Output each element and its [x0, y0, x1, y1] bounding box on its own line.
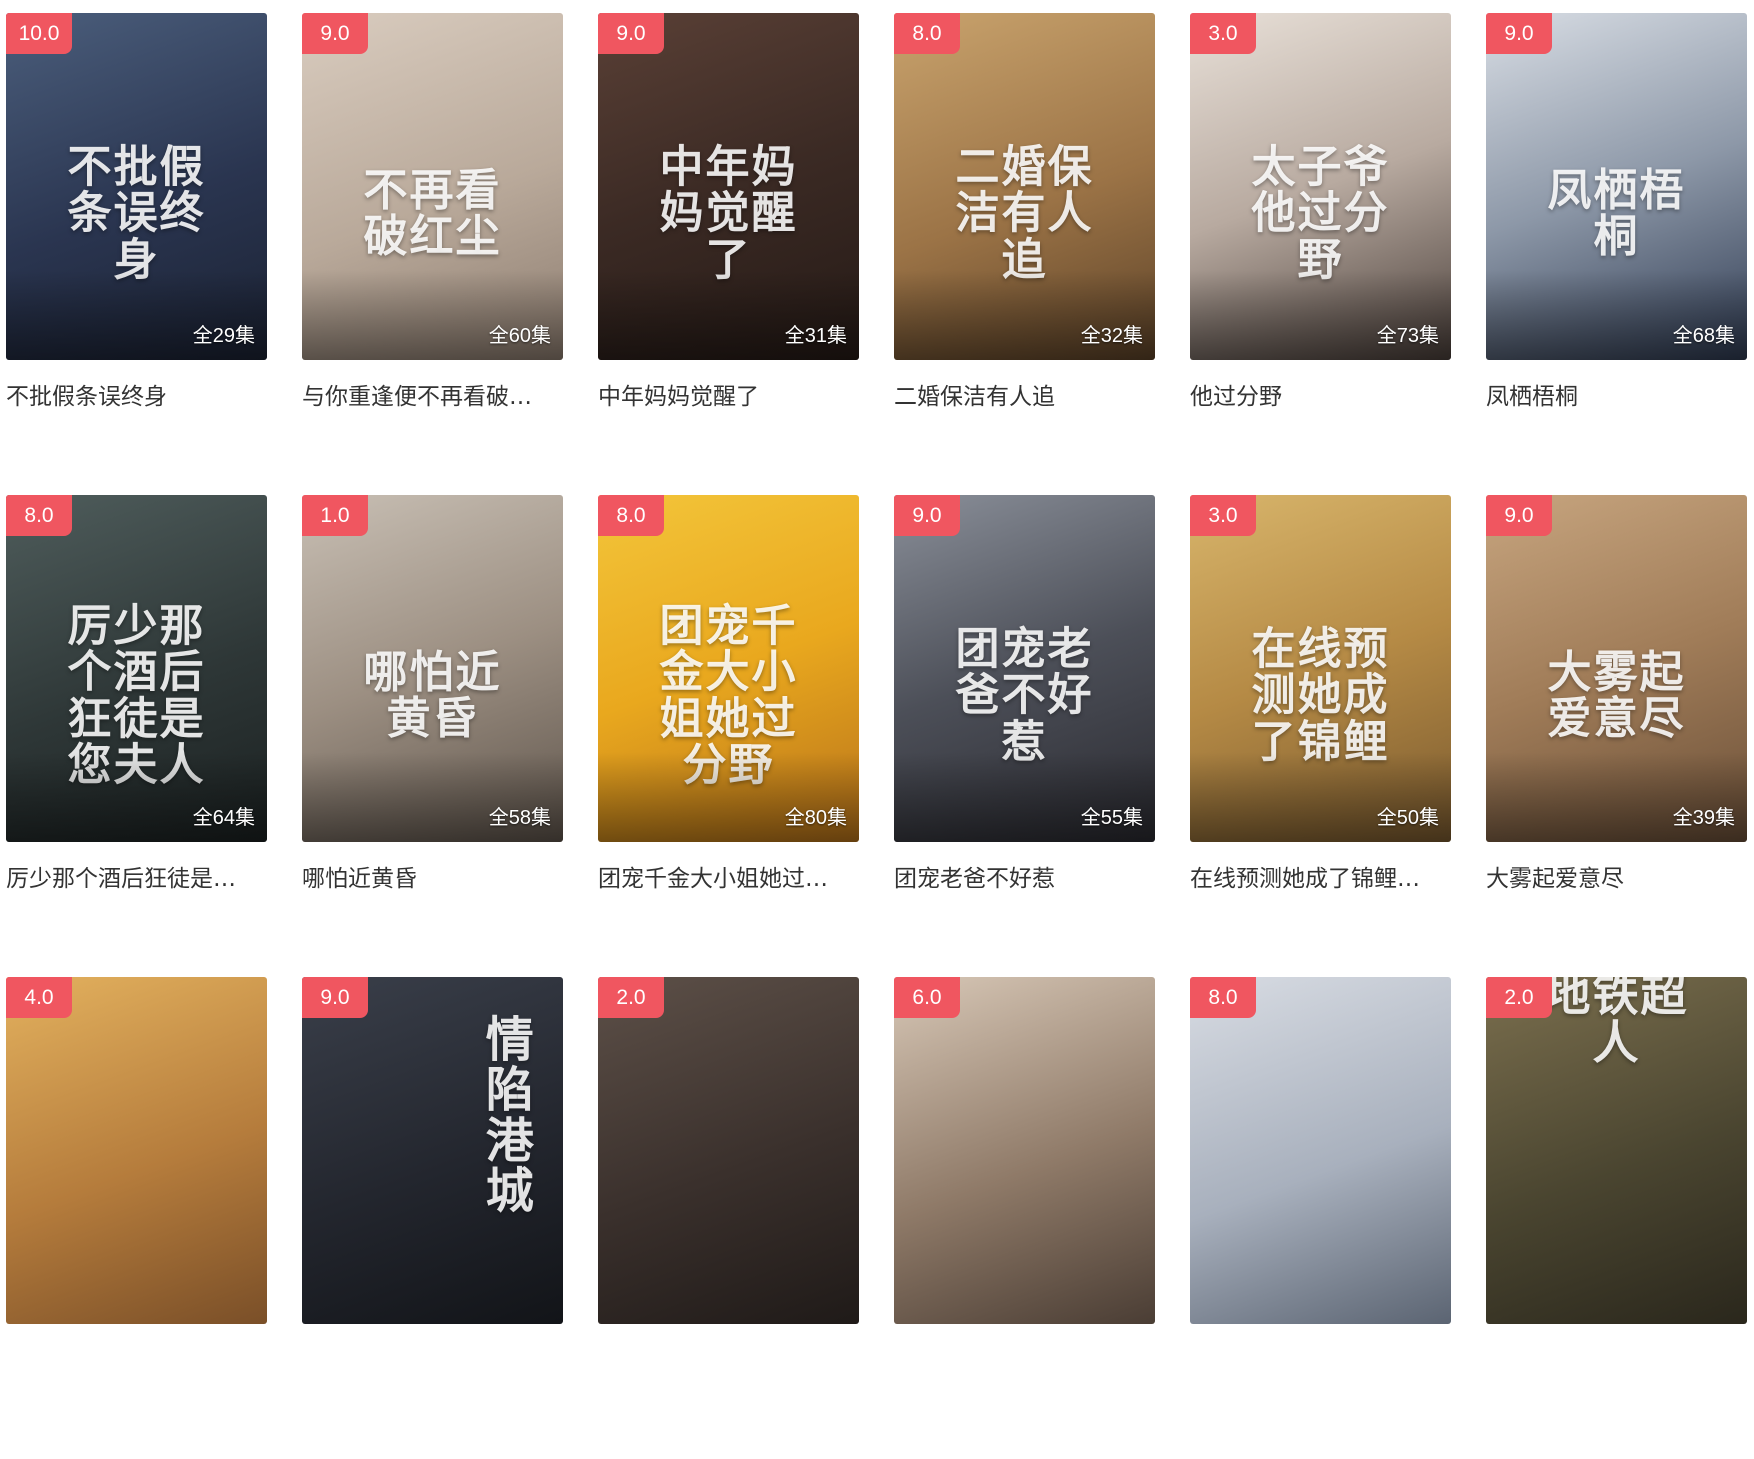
score-badge: 3.0: [1190, 495, 1256, 536]
episode-count: 全50集: [1376, 807, 1439, 829]
drama-card[interactable]: 情陷港城 9.0: [302, 977, 563, 1459]
drama-card[interactable]: 6.0: [894, 977, 1155, 1459]
drama-title[interactable]: 大雾起爱意尽: [1486, 862, 1747, 896]
episode-count: 全39集: [1672, 807, 1735, 829]
drama-poster[interactable]: 8.0: [1190, 977, 1451, 1324]
drama-poster[interactable]: 在线预测她成了锦鲤 3.0 全50集: [1190, 495, 1451, 842]
poster-title-art: 团宠老爸不好惹: [955, 623, 1094, 768]
score-badge: 9.0: [894, 495, 960, 536]
score-badge: 9.0: [598, 13, 664, 54]
drama-title[interactable]: 二婚保洁有人追: [894, 380, 1155, 414]
drama-poster[interactable]: 凤栖梧桐 9.0 全68集: [1486, 13, 1747, 360]
score-badge: 1.0: [302, 495, 368, 536]
poster-title-art: 不批假条误终身: [67, 141, 206, 286]
episode-count: 全60集: [488, 325, 551, 347]
drama-card[interactable]: 大雾起爱意尽 9.0 全39集 大雾起爱意尽: [1486, 495, 1747, 977]
drama-title[interactable]: 团宠老爸不好惹: [894, 862, 1155, 896]
poster-title-art: 不再看破红尘: [363, 165, 502, 263]
poster-title-art: 凤栖梧桐: [1547, 165, 1686, 263]
drama-card[interactable]: 厉少那个酒后狂徒是您夫人 8.0 全64集 厉少那个酒后狂徒是…: [6, 495, 267, 977]
drama-title[interactable]: 厉少那个酒后狂徒是…: [6, 862, 267, 896]
score-badge: 4.0: [6, 977, 72, 1018]
drama-grid: 不批假条误终身 10.0 全29集 不批假条误终身 不再看破红尘 9.0 全60…: [6, 13, 1747, 1459]
episode-count: 全64集: [192, 807, 255, 829]
poster-title-art: 二婚保洁有人追: [955, 141, 1094, 286]
drama-card[interactable]: 4.0: [6, 977, 267, 1459]
drama-title[interactable]: 他过分野: [1190, 380, 1451, 414]
poster-title-art: 太子爷他过分野: [1251, 141, 1390, 286]
drama-title[interactable]: 哪怕近黄昏: [302, 862, 563, 896]
score-badge: 9.0: [1486, 13, 1552, 54]
drama-card[interactable]: 团宠千金大小姐她过分野 8.0 全80集 团宠千金大小姐她过…: [598, 495, 859, 977]
drama-card[interactable]: 8.0: [1190, 977, 1451, 1459]
drama-card[interactable]: 2.0: [598, 977, 859, 1459]
episode-count: 全55集: [1080, 807, 1143, 829]
episode-count: 全32集: [1080, 325, 1143, 347]
drama-poster[interactable]: 团宠老爸不好惹 9.0 全55集: [894, 495, 1155, 842]
drama-poster[interactable]: 不批假条误终身 10.0 全29集: [6, 13, 267, 360]
episode-count: 全58集: [488, 807, 551, 829]
drama-poster[interactable]: 不再看破红尘 9.0 全60集: [302, 13, 563, 360]
score-badge: 10.0: [6, 13, 72, 54]
drama-poster[interactable]: 6.0: [894, 977, 1155, 1324]
drama-card[interactable]: 团宠老爸不好惹 9.0 全55集 团宠老爸不好惹: [894, 495, 1155, 977]
drama-poster[interactable]: 中年妈妈觉醒了 9.0 全31集: [598, 13, 859, 360]
drama-poster[interactable]: 地铁超人 2.0: [1486, 977, 1747, 1324]
score-badge: 2.0: [1486, 977, 1552, 1018]
score-badge: 9.0: [302, 13, 368, 54]
poster-title-art: 在线预测她成了锦鲤: [1251, 623, 1390, 768]
drama-poster[interactable]: 大雾起爱意尽 9.0 全39集: [1486, 495, 1747, 842]
drama-card[interactable]: 不再看破红尘 9.0 全60集 与你重逢便不再看破…: [302, 13, 563, 495]
poster-title-art: 哪怕近黄昏: [363, 647, 502, 745]
drama-title[interactable]: 凤栖梧桐: [1486, 380, 1747, 414]
episode-count: 全29集: [192, 325, 255, 347]
score-badge: 8.0: [6, 495, 72, 536]
score-badge: 3.0: [1190, 13, 1256, 54]
score-badge: 8.0: [894, 13, 960, 54]
score-badge: 9.0: [1486, 495, 1552, 536]
drama-poster[interactable]: 哪怕近黄昏 1.0 全58集: [302, 495, 563, 842]
score-badge: 8.0: [598, 495, 664, 536]
drama-poster[interactable]: 厉少那个酒后狂徒是您夫人 8.0 全64集: [6, 495, 267, 842]
drama-card[interactable]: 地铁超人 2.0: [1486, 977, 1747, 1459]
drama-card[interactable]: 太子爷他过分野 3.0 全73集 他过分野: [1190, 13, 1451, 495]
poster-title-art: 大雾起爱意尽: [1547, 647, 1686, 745]
score-badge: 8.0: [1190, 977, 1256, 1018]
drama-poster[interactable]: 团宠千金大小姐她过分野 8.0 全80集: [598, 495, 859, 842]
drama-title[interactable]: 团宠千金大小姐她过…: [598, 862, 859, 896]
drama-card[interactable]: 中年妈妈觉醒了 9.0 全31集 中年妈妈觉醒了: [598, 13, 859, 495]
drama-poster[interactable]: 二婚保洁有人追 8.0 全32集: [894, 13, 1155, 360]
drama-card[interactable]: 二婚保洁有人追 8.0 全32集 二婚保洁有人追: [894, 13, 1155, 495]
drama-card[interactable]: 不批假条误终身 10.0 全29集 不批假条误终身: [6, 13, 267, 495]
drama-title[interactable]: 中年妈妈觉醒了: [598, 380, 859, 414]
drama-poster[interactable]: 太子爷他过分野 3.0 全73集: [1190, 13, 1451, 360]
score-badge: 2.0: [598, 977, 664, 1018]
drama-poster[interactable]: 4.0: [6, 977, 267, 1324]
drama-poster[interactable]: 2.0: [598, 977, 859, 1324]
score-badge: 6.0: [894, 977, 960, 1018]
episode-count: 全80集: [784, 807, 847, 829]
drama-card[interactable]: 在线预测她成了锦鲤 3.0 全50集 在线预测她成了锦鲤…: [1190, 495, 1451, 977]
drama-card[interactable]: 哪怕近黄昏 1.0 全58集 哪怕近黄昏: [302, 495, 563, 977]
drama-title[interactable]: 在线预测她成了锦鲤…: [1190, 862, 1451, 896]
poster-title-art: 中年妈妈觉醒了: [659, 141, 798, 286]
episode-count: 全68集: [1672, 325, 1735, 347]
score-badge: 9.0: [302, 977, 368, 1018]
drama-title[interactable]: 不批假条误终身: [6, 380, 267, 414]
poster-title-art: 地铁超人: [1544, 977, 1689, 1070]
drama-poster[interactable]: 情陷港城 9.0: [302, 977, 563, 1324]
episode-count: 全31集: [784, 325, 847, 347]
poster-title-art: 情陷港城: [485, 1012, 536, 1220]
drama-title[interactable]: 与你重逢便不再看破…: [302, 380, 563, 414]
drama-card[interactable]: 凤栖梧桐 9.0 全68集 凤栖梧桐: [1486, 13, 1747, 495]
episode-count: 全73集: [1376, 325, 1439, 347]
